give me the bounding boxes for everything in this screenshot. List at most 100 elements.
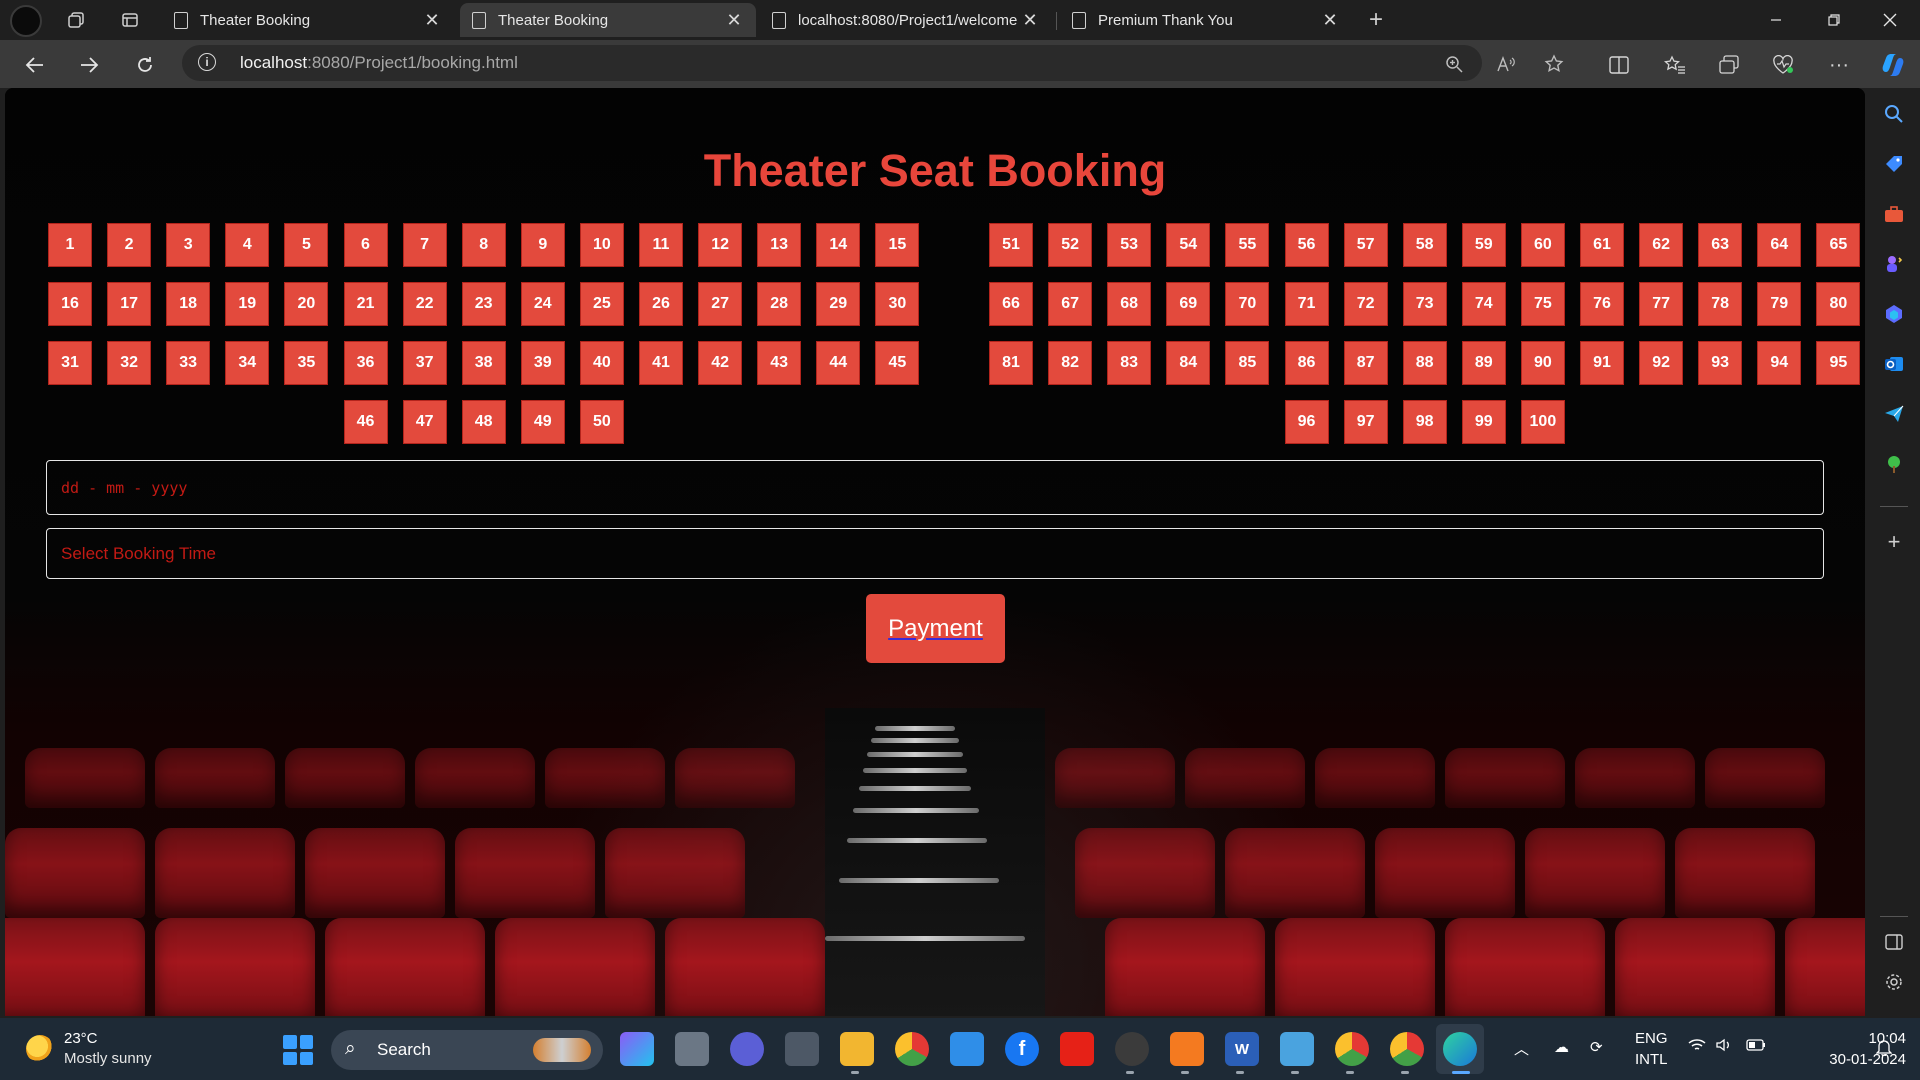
seat-button-52[interactable]: 52	[1048, 223, 1093, 267]
seat-button-24[interactable]: 24	[520, 282, 565, 326]
copilot-icon[interactable]	[1876, 48, 1910, 82]
seat-button-54[interactable]: 54	[1166, 223, 1211, 267]
games-icon[interactable]	[1880, 250, 1908, 278]
seat-button-13[interactable]: 13	[757, 223, 802, 267]
seat-button-36[interactable]: 36	[343, 341, 388, 385]
new-tab-icon[interactable]: +	[1362, 6, 1390, 34]
notepad-icon[interactable]	[1280, 1032, 1314, 1066]
taskbar-search[interactable]: ⌕ Search	[331, 1030, 603, 1070]
seat-button-44[interactable]: 44	[816, 341, 861, 385]
chrome-icon[interactable]	[895, 1032, 929, 1066]
seat-button-30[interactable]: 30	[875, 282, 920, 326]
booking-date-input[interactable]: dd - mm - yyyy	[46, 460, 1824, 515]
seat-button-68[interactable]: 68	[1107, 282, 1152, 326]
close-icon[interactable]: ✕	[724, 10, 744, 31]
camera-icon[interactable]	[785, 1032, 819, 1066]
seat-button-91[interactable]: 91	[1580, 341, 1624, 385]
seat-button-48[interactable]: 48	[461, 400, 506, 444]
seat-button-88[interactable]: 88	[1402, 341, 1447, 385]
seat-button-50[interactable]: 50	[579, 400, 624, 444]
seat-button-46[interactable]: 46	[343, 400, 388, 444]
tab-premium-thank-you[interactable]: Premium Thank You ✕	[1060, 3, 1352, 37]
close-icon[interactable]: ✕	[1020, 10, 1040, 31]
seat-button-10[interactable]: 10	[579, 223, 624, 267]
collections-icon[interactable]	[1712, 48, 1746, 82]
seat-button-95[interactable]: 95	[1816, 341, 1861, 385]
seat-button-65[interactable]: 65	[1816, 223, 1861, 267]
refresh-icon[interactable]	[128, 48, 162, 82]
seat-button-96[interactable]: 96	[1284, 400, 1329, 444]
split-screen-icon[interactable]	[1602, 48, 1636, 82]
seat-button-28[interactable]: 28	[757, 282, 802, 326]
seat-button-76[interactable]: 76	[1580, 282, 1624, 326]
microsoft365-icon[interactable]	[1880, 300, 1908, 328]
tab-theater-booking-1[interactable]: Theater Booking ✕	[162, 3, 454, 37]
more-options-icon[interactable]: ···	[1822, 48, 1856, 82]
profile-avatar[interactable]	[10, 5, 42, 37]
seat-button-92[interactable]: 92	[1639, 341, 1684, 385]
seat-button-41[interactable]: 41	[639, 341, 683, 385]
seat-button-8[interactable]: 8	[461, 223, 506, 267]
seat-button-18[interactable]: 18	[166, 282, 211, 326]
seat-button-77[interactable]: 77	[1639, 282, 1684, 326]
notifications-bell-icon[interactable]	[1875, 1038, 1893, 1060]
seat-button-32[interactable]: 32	[107, 341, 152, 385]
seat-button-14[interactable]: 14	[816, 223, 861, 267]
seat-button-12[interactable]: 12	[698, 223, 743, 267]
seat-button-100[interactable]: 100	[1520, 400, 1565, 444]
restore-icon[interactable]	[1806, 0, 1862, 40]
seat-button-90[interactable]: 90	[1520, 341, 1565, 385]
close-icon[interactable]: ✕	[1320, 10, 1340, 31]
seat-button-9[interactable]: 9	[520, 223, 565, 267]
seat-button-83[interactable]: 83	[1107, 341, 1152, 385]
settings-gear-app-icon[interactable]	[1115, 1032, 1149, 1066]
send-icon[interactable]	[1880, 400, 1908, 428]
settings-icon[interactable]	[1880, 968, 1908, 996]
booking-time-select[interactable]: Select Booking Time	[46, 528, 1824, 579]
seat-button-56[interactable]: 56	[1284, 223, 1329, 267]
language-indicator[interactable]: ENG	[1635, 1030, 1668, 1047]
seat-button-57[interactable]: 57	[1343, 223, 1388, 267]
seat-button-33[interactable]: 33	[166, 341, 211, 385]
seat-button-15[interactable]: 15	[875, 223, 920, 267]
seat-button-27[interactable]: 27	[698, 282, 743, 326]
close-icon[interactable]: ✕	[422, 10, 442, 31]
weather-description[interactable]: Mostly sunny	[64, 1050, 152, 1067]
seat-button-59[interactable]: 59	[1461, 223, 1506, 267]
keyboard-layout[interactable]: INTL	[1635, 1051, 1668, 1068]
copilot-app-icon[interactable]	[620, 1032, 654, 1066]
site-info-icon[interactable]: i	[198, 53, 216, 71]
seat-button-7[interactable]: 7	[402, 223, 447, 267]
read-aloud-icon[interactable]	[1494, 52, 1518, 76]
youtube-icon[interactable]	[1060, 1032, 1094, 1066]
tab-welcome[interactable]: localhost:8080/Project1/welcome ✕	[760, 3, 1052, 37]
forward-icon[interactable]	[72, 48, 106, 82]
seat-button-19[interactable]: 19	[225, 282, 270, 326]
zoom-icon[interactable]	[1442, 52, 1466, 76]
windows-start-icon[interactable]	[283, 1035, 313, 1065]
favorites-icon[interactable]	[1658, 48, 1692, 82]
seat-button-78[interactable]: 78	[1698, 282, 1743, 326]
teams-chat-icon[interactable]	[730, 1032, 764, 1066]
seat-button-45[interactable]: 45	[875, 341, 920, 385]
seat-button-3[interactable]: 3	[166, 223, 211, 267]
seat-button-4[interactable]: 4	[225, 223, 270, 267]
minimize-icon[interactable]	[1748, 0, 1804, 40]
seat-button-66[interactable]: 66	[989, 282, 1033, 326]
seat-button-11[interactable]: 11	[639, 223, 683, 267]
hide-sidebar-icon[interactable]	[1880, 928, 1908, 956]
seat-button-40[interactable]: 40	[579, 341, 624, 385]
seat-button-23[interactable]: 23	[461, 282, 506, 326]
weather-sun-icon[interactable]	[26, 1035, 54, 1063]
seat-button-29[interactable]: 29	[816, 282, 861, 326]
seat-button-39[interactable]: 39	[520, 341, 565, 385]
seat-button-1[interactable]: 1	[48, 223, 92, 267]
seat-button-67[interactable]: 67	[1048, 282, 1093, 326]
seat-button-49[interactable]: 49	[520, 400, 565, 444]
browser-essentials-icon[interactable]	[1766, 48, 1800, 82]
edge-icon[interactable]	[1443, 1032, 1477, 1066]
seat-button-89[interactable]: 89	[1461, 341, 1506, 385]
seat-button-26[interactable]: 26	[639, 282, 683, 326]
seat-button-53[interactable]: 53	[1107, 223, 1152, 267]
search-icon[interactable]	[1880, 100, 1908, 128]
